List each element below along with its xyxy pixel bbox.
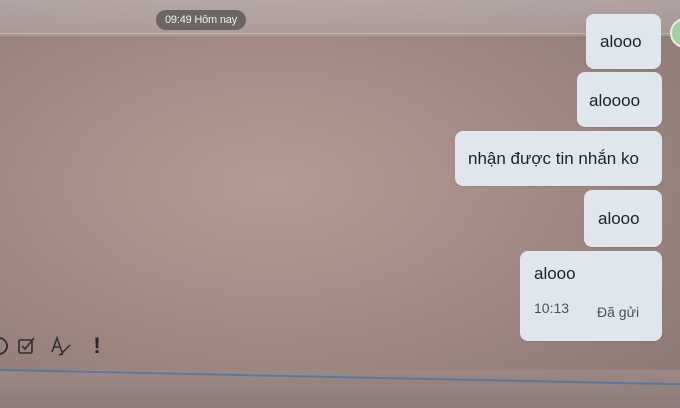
- message-text: alooo: [598, 209, 640, 228]
- checkbox-icon[interactable]: [14, 333, 40, 359]
- message-text: alooo: [534, 264, 576, 283]
- chat-header-strip: [0, 0, 680, 36]
- message-text: nhận được tin nhắn ko: [468, 149, 639, 168]
- text-format-icon[interactable]: [48, 333, 74, 359]
- chat-screen: 09:49 Hôm nay alooo aloooo nhận được tin…: [0, 0, 680, 408]
- message-bubble[interactable]: alooo: [586, 14, 661, 69]
- message-text: alooo: [600, 32, 642, 51]
- important-glyph: !: [93, 333, 101, 358]
- message-status: Đã gửi: [597, 304, 640, 320]
- message-bubble[interactable]: alooo: [584, 190, 662, 247]
- message-bubble[interactable]: aloooo: [577, 72, 662, 127]
- message-bubble[interactable]: nhận được tin nhắn ko: [455, 131, 662, 186]
- exclamation-icon[interactable]: !: [84, 333, 110, 359]
- header-divider: [0, 33, 680, 34]
- message-time: 10:13: [534, 300, 570, 316]
- message-text: aloooo: [589, 91, 641, 110]
- date-time-divider: 09:49 Hôm nay: [156, 10, 246, 30]
- composer-toolbar: !: [0, 325, 680, 369]
- partial-circle-icon[interactable]: [0, 333, 12, 359]
